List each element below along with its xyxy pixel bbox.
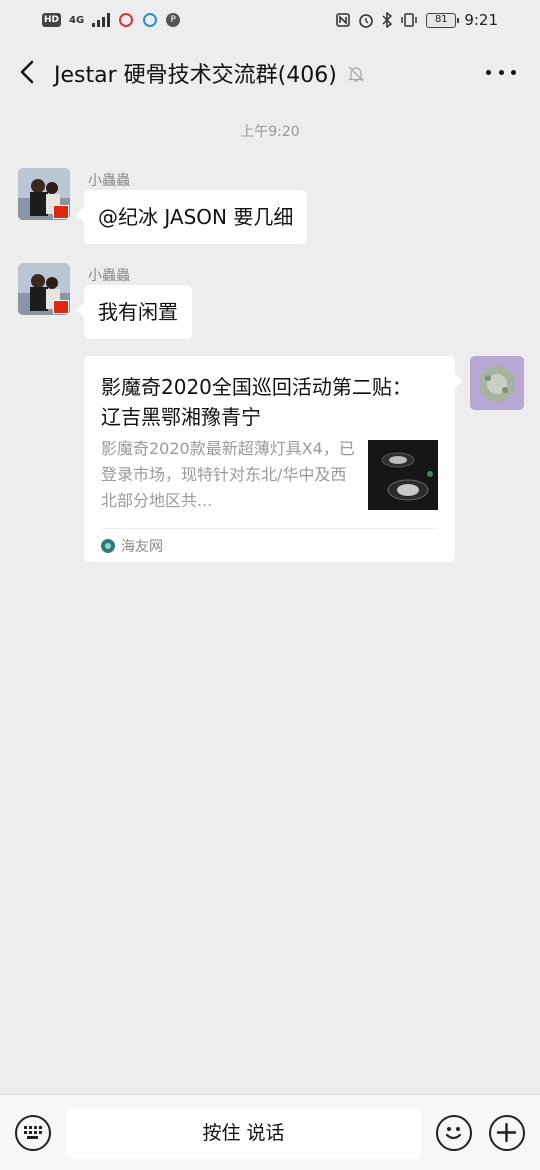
back-icon[interactable] bbox=[12, 54, 44, 90]
status-left: HD 4G P bbox=[42, 13, 181, 27]
source-logo-icon bbox=[101, 539, 115, 553]
parking-icon: P bbox=[166, 13, 181, 27]
plus-icon[interactable] bbox=[489, 1115, 525, 1151]
status-right: 81 9:21 bbox=[336, 11, 498, 29]
vibrate-icon bbox=[401, 13, 418, 27]
hold-to-talk-button[interactable]: 按住 说话 bbox=[66, 1107, 421, 1159]
link-card-title: 影魔奇2020全国巡回活动第二贴： 辽吉黑鄂湘豫青宁 bbox=[101, 375, 412, 429]
message-bubble[interactable]: @纪冰 JASON 要几细 bbox=[75, 190, 308, 244]
hd-badge: HD bbox=[42, 13, 62, 27]
link-card[interactable]: 影魔奇2020全国巡回活动第二贴： 辽吉黑鄂湘豫青宁 影魔奇2020款最新超薄灯… bbox=[84, 356, 463, 562]
coral-avatar-photo bbox=[470, 356, 524, 410]
flag-icon bbox=[53, 300, 69, 314]
link-card-thumbnail bbox=[368, 440, 438, 510]
nfc-icon bbox=[336, 13, 351, 27]
my-avatar[interactable] bbox=[470, 356, 524, 410]
flag-icon bbox=[53, 205, 69, 219]
message-bubble[interactable]: 我有闲置 bbox=[76, 285, 192, 339]
app-notify-icon-2 bbox=[143, 13, 158, 27]
sender-name: 小蟲蟲 bbox=[88, 173, 130, 189]
chat-header: Jestar 硬骨技术交流群(406) bbox=[0, 40, 540, 106]
emoji-icon[interactable] bbox=[436, 1115, 472, 1151]
more-icon[interactable] bbox=[486, 62, 516, 82]
chat-timestamp: 上午9:20 bbox=[240, 124, 300, 140]
signal-icon bbox=[92, 13, 111, 27]
sender-name: 小蟲蟲 bbox=[88, 268, 130, 284]
status-bar: HD 4G P 81 9:21 bbox=[0, 0, 540, 40]
alarm-icon bbox=[359, 14, 374, 28]
network-indicator: 4G bbox=[69, 14, 85, 26]
mute-bell-icon bbox=[347, 66, 365, 82]
link-card-divider bbox=[101, 528, 438, 529]
input-bar: 按住 说话 bbox=[0, 1094, 540, 1170]
app-notify-icon-1 bbox=[119, 13, 134, 27]
link-card-source: 海友网 bbox=[101, 536, 163, 556]
link-card-description: 影魔奇2020款最新超薄灯具X4，已登录市场，现特针对东北/华中及西北部分地区共… bbox=[101, 439, 355, 510]
link-card-source-name: 海友网 bbox=[121, 539, 163, 555]
chat-title: Jestar 硬骨技术交流群(406) bbox=[54, 63, 337, 88]
status-time: 9:21 bbox=[464, 11, 498, 29]
keyboard-icon[interactable] bbox=[15, 1115, 51, 1151]
battery-indicator: 81 bbox=[426, 12, 460, 28]
bluetooth-icon bbox=[382, 12, 393, 28]
